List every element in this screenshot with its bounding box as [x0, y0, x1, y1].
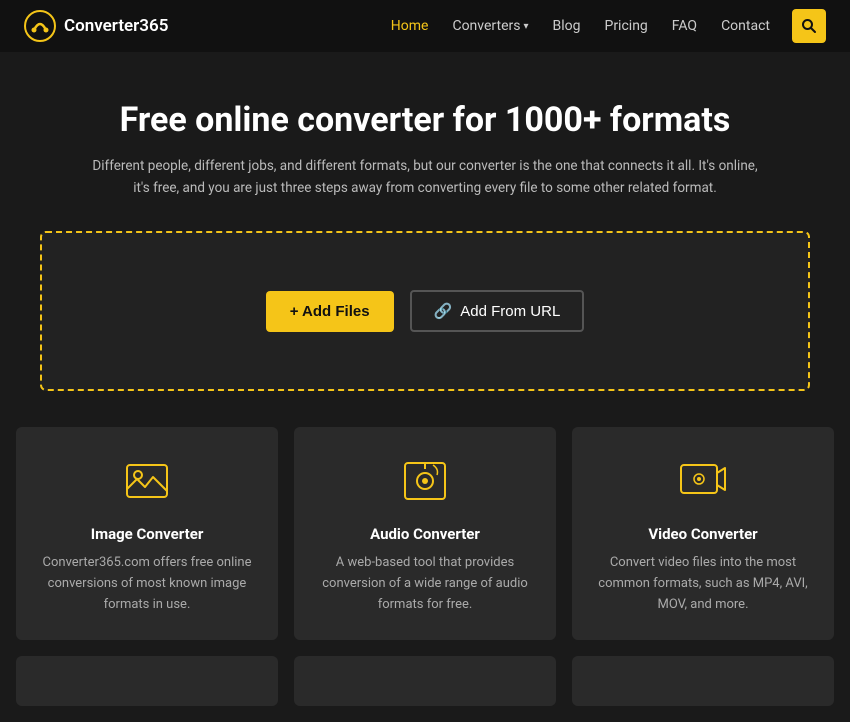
add-url-button[interactable]: 🔗 Add From URL: [410, 290, 585, 332]
bottom-cards-partial: [0, 656, 850, 722]
image-converter-title: Image Converter: [36, 525, 258, 543]
search-button[interactable]: [792, 9, 826, 43]
upload-dropzone[interactable]: + Add Files 🔗 Add From URL: [40, 231, 810, 391]
video-converter-desc: Convert video files into the most common…: [592, 553, 814, 615]
add-files-button[interactable]: + Add Files: [266, 291, 394, 332]
chevron-down-icon: ▾: [523, 21, 528, 32]
hero-subtitle: Different people, different jobs, and di…: [85, 156, 765, 199]
upload-section: + Add Files 🔗 Add From URL: [0, 231, 850, 427]
hero-title: Free online converter for 1000+ formats: [24, 100, 826, 140]
search-icon: [801, 18, 817, 34]
logo-text: Converter365: [64, 16, 168, 36]
bottom-card-3: [572, 656, 834, 706]
add-url-label: Add From URL: [460, 303, 560, 320]
audio-converter-icon: [399, 455, 451, 507]
header: Converter365 Home Converters ▾ Blog Pric…: [0, 0, 850, 52]
audio-converter-desc: A web-based tool that provides conversio…: [314, 553, 536, 615]
nav-home[interactable]: Home: [381, 12, 439, 40]
video-converter-title: Video Converter: [592, 525, 814, 543]
bottom-card-2: [294, 656, 556, 706]
main-nav: Home Converters ▾ Blog Pricing FAQ Conta…: [381, 9, 826, 43]
nav-contact[interactable]: Contact: [711, 12, 780, 40]
nav-faq[interactable]: FAQ: [662, 12, 707, 40]
nav-pricing[interactable]: Pricing: [594, 12, 657, 40]
video-converter-card[interactable]: Video Converter Convert video files into…: [572, 427, 834, 639]
audio-converter-card[interactable]: Audio Converter A web-based tool that pr…: [294, 427, 556, 639]
add-files-label: + Add Files: [290, 303, 370, 320]
bottom-card-1: [16, 656, 278, 706]
nav-blog[interactable]: Blog: [543, 12, 591, 40]
audio-converter-title: Audio Converter: [314, 525, 536, 543]
link-icon: 🔗: [434, 302, 453, 320]
nav-converters[interactable]: Converters ▾: [442, 12, 538, 40]
image-converter-card[interactable]: Image Converter Converter365.com offers …: [16, 427, 278, 639]
video-converter-icon: [677, 455, 729, 507]
logo[interactable]: Converter365: [24, 10, 168, 42]
logo-icon: [24, 10, 56, 42]
image-converter-icon: [121, 455, 173, 507]
hero-section: Free online converter for 1000+ formats …: [0, 52, 850, 231]
image-converter-desc: Converter365.com offers free online conv…: [36, 553, 258, 615]
feature-cards: Image Converter Converter365.com offers …: [0, 427, 850, 655]
